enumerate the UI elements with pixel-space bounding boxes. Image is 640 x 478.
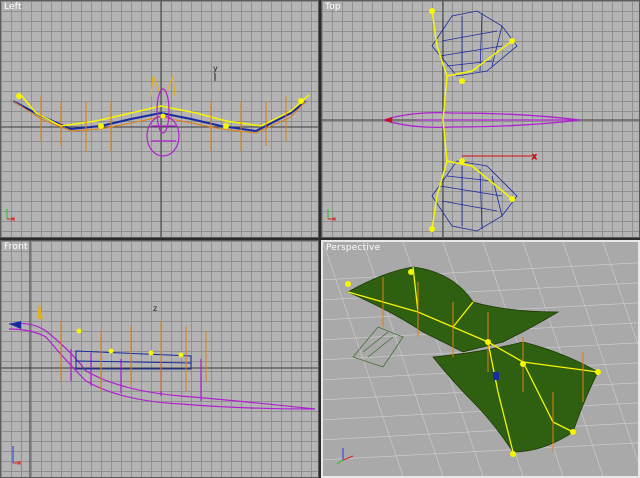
- dragon-head-marker: [384, 117, 392, 123]
- svg-text:x: x: [17, 459, 21, 467]
- wing-upper-top-view: [431, 10, 518, 77]
- dragon-head-front: [9, 321, 21, 329]
- dragon-body-persp: [352, 326, 404, 368]
- perspective-view-canvas: [323, 242, 638, 476]
- svg-text:x: x: [532, 152, 537, 161]
- dragon-horns: [150, 75, 176, 97]
- gizmo-z-label: z: [153, 304, 157, 313]
- left-view-canvas: y x: [1, 1, 318, 237]
- viewport-front[interactable]: Front z x: [0, 240, 319, 478]
- transform-gizmo-top: x: [462, 152, 538, 162]
- front-view-canvas: z x: [1, 241, 318, 477]
- axis-tripod-persp: [336, 448, 354, 465]
- svg-text:x: x: [332, 215, 336, 223]
- axis-tripod-front: x: [12, 446, 21, 467]
- dragon-horn-front: [37, 301, 43, 319]
- top-view-canvas: x x: [322, 1, 639, 237]
- dragon-body-left-view: [146, 88, 180, 157]
- viewport-left[interactable]: Left y x: [0, 0, 319, 238]
- svg-text:x: x: [11, 215, 15, 223]
- viewport-perspective[interactable]: Perspective: [321, 240, 640, 478]
- wing-mesh-front: [75, 350, 192, 370]
- dragon-body-front-view: [8, 322, 316, 410]
- axis-tripod-top: x: [327, 209, 336, 223]
- viewport-top[interactable]: Top x x: [321, 0, 640, 238]
- gizmo-y-label: y: [213, 64, 218, 73]
- axis-tripod-left: x: [6, 209, 15, 223]
- body-blue-marker: [493, 372, 499, 380]
